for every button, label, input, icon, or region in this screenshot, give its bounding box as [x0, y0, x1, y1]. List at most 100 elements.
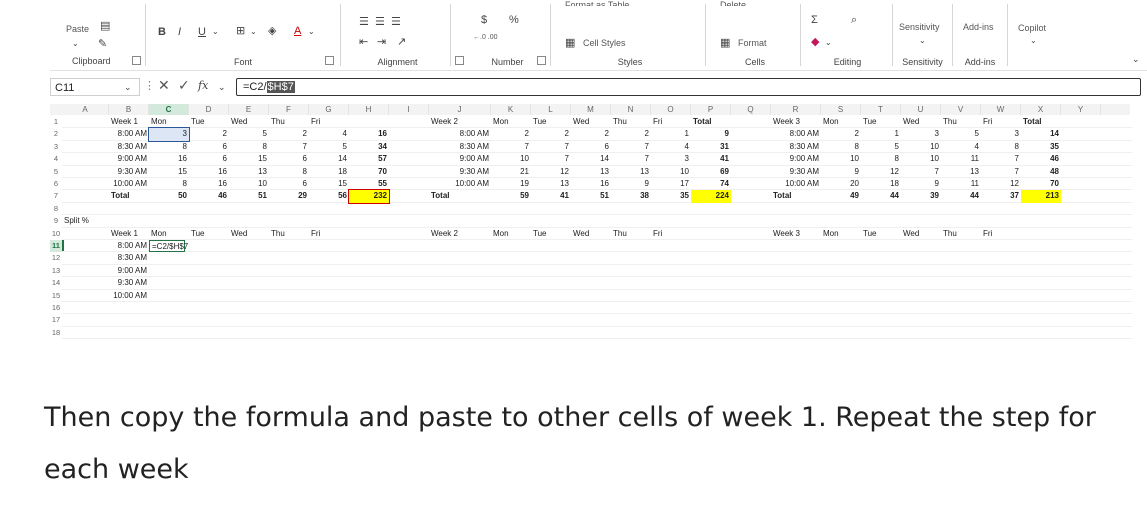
column-header-c[interactable]: C: [149, 104, 189, 115]
row-header-3[interactable]: 3: [50, 141, 62, 153]
row-header-1[interactable]: 1: [50, 116, 62, 128]
italic-button[interactable]: I: [178, 26, 181, 38]
column-header-p[interactable]: P: [691, 104, 731, 115]
sensitivity-button[interactable]: Sensitivity: [899, 22, 940, 32]
data-cell: 5: [262, 129, 267, 139]
format-icon[interactable]: ▦: [720, 37, 730, 49]
row-header-7[interactable]: 7: [50, 190, 62, 202]
total-cell: 56: [338, 191, 347, 201]
row-header-18[interactable]: 18: [50, 327, 62, 339]
column-header-r[interactable]: R: [771, 104, 821, 115]
dialog-launcher-icon[interactable]: [325, 56, 334, 65]
time-label: 9:00 AM: [789, 154, 819, 164]
currency-icon[interactable]: $: [481, 14, 487, 26]
column-header-m[interactable]: M: [571, 104, 611, 115]
column-header-q[interactable]: Q: [731, 104, 771, 115]
column-header-g[interactable]: G: [309, 104, 349, 115]
row-header-2[interactable]: 2: [50, 128, 62, 140]
percent-icon[interactable]: %: [509, 14, 519, 26]
column-header-w[interactable]: W: [981, 104, 1021, 115]
paste-icon[interactable]: ▤: [100, 20, 110, 32]
cell-styles-button[interactable]: Cell Styles: [583, 38, 626, 48]
align-top-icon[interactable]: ☰: [359, 16, 369, 28]
enter-icon[interactable]: ✓: [178, 78, 190, 92]
row-header-17[interactable]: 17: [50, 314, 62, 326]
row-header-15[interactable]: 15: [50, 290, 62, 302]
column-header-e[interactable]: E: [229, 104, 269, 115]
data-cell: 55: [378, 179, 387, 188]
chevron-down-icon[interactable]: ⌄: [218, 81, 226, 93]
bold-button[interactable]: B: [158, 26, 166, 38]
row-header-10[interactable]: 10: [50, 228, 62, 240]
row-header-12[interactable]: 12: [50, 252, 62, 264]
orientation-icon[interactable]: ↗: [397, 36, 406, 48]
row-header-13[interactable]: 13: [50, 265, 62, 277]
chevron-down-icon[interactable]: ⌄: [212, 26, 219, 38]
dialog-launcher-icon[interactable]: [455, 56, 464, 65]
column-header-h[interactable]: H: [349, 104, 389, 115]
column-header-u[interactable]: U: [901, 104, 941, 115]
column-header-l[interactable]: L: [531, 104, 571, 115]
row-header-4[interactable]: 4: [50, 153, 62, 165]
formula-input[interactable]: =C2/$H$7: [236, 78, 1141, 96]
data-cell: 48: [1050, 166, 1059, 176]
chevron-down-icon[interactable]: ⌄: [124, 81, 132, 93]
dialog-launcher-icon[interactable]: [132, 56, 141, 65]
column-header-x[interactable]: X: [1021, 104, 1061, 115]
copilot-button[interactable]: Copilot: [1018, 23, 1046, 33]
find-icon[interactable]: ⌕: [851, 14, 857, 26]
column-header-j[interactable]: J: [429, 104, 491, 115]
cell-styles-icon[interactable]: ▦: [565, 37, 575, 49]
dialog-launcher-icon[interactable]: [537, 56, 546, 65]
chevron-down-icon[interactable]: ⌄: [919, 35, 926, 47]
active-cell[interactable]: =C2/$H$7: [149, 240, 188, 253]
delete-button[interactable]: Delete: [720, 0, 746, 6]
time-label: 9:30 AM: [459, 166, 489, 176]
increase-decimal-button[interactable]: ←.0 .00: [473, 34, 498, 41]
data-cell: 5: [974, 129, 979, 139]
column-header-d[interactable]: D: [189, 104, 229, 115]
align-middle-icon[interactable]: ☰: [375, 16, 385, 28]
fill-color-icon[interactable]: ◈: [268, 25, 276, 37]
format-button[interactable]: Format: [738, 38, 767, 48]
data-cell: 3: [1014, 129, 1019, 139]
addins-button[interactable]: Add-ins: [963, 22, 994, 32]
column-header-y[interactable]: Y: [1061, 104, 1101, 115]
chevron-down-icon[interactable]: ⌄: [72, 38, 79, 50]
clear-icon[interactable]: ◆: [811, 36, 819, 48]
row-header-16[interactable]: 16: [50, 302, 62, 314]
align-bottom-icon[interactable]: ☰: [391, 16, 401, 28]
row-header-5[interactable]: 5: [50, 166, 62, 178]
data-cell: 2: [604, 129, 609, 139]
chevron-down-icon[interactable]: ⌄: [1030, 35, 1037, 47]
format-painter-icon[interactable]: ✎: [98, 38, 107, 50]
borders-icon[interactable]: ⊞: [236, 25, 245, 37]
increase-indent-icon[interactable]: ⇥: [377, 36, 386, 48]
row-header-8[interactable]: 8: [50, 203, 62, 215]
ribbon-collapse-icon[interactable]: ⌄: [1132, 53, 1140, 65]
row-header-9[interactable]: 9: [50, 215, 62, 227]
column-header-o[interactable]: O: [651, 104, 691, 115]
column-header-k[interactable]: K: [491, 104, 531, 115]
row-header-6[interactable]: 6: [50, 178, 62, 190]
autosum-icon[interactable]: Σ: [811, 14, 818, 26]
paste-label[interactable]: Paste: [66, 24, 89, 34]
chevron-down-icon[interactable]: ⌄: [825, 37, 832, 49]
chevron-down-icon[interactable]: ⌄: [308, 26, 315, 38]
column-header-i[interactable]: I: [389, 104, 429, 115]
column-header-t[interactable]: T: [861, 104, 901, 115]
chevron-down-icon[interactable]: ⌄: [250, 26, 257, 38]
cancel-icon[interactable]: ✕: [158, 78, 170, 92]
column-header-b[interactable]: B: [109, 104, 149, 115]
column-header-a[interactable]: A: [62, 104, 109, 115]
column-header-f[interactable]: F: [269, 104, 309, 115]
column-header-s[interactable]: S: [821, 104, 861, 115]
font-color-button[interactable]: A: [294, 25, 301, 37]
underline-button[interactable]: U: [198, 26, 206, 38]
fx-icon[interactable]: fx: [198, 80, 208, 92]
row-header-14[interactable]: 14: [50, 277, 62, 289]
format-as-table-button[interactable]: Format as Table: [565, 0, 629, 6]
column-header-n[interactable]: N: [611, 104, 651, 115]
column-header-v[interactable]: V: [941, 104, 981, 115]
decrease-indent-icon[interactable]: ⇤: [359, 36, 368, 48]
